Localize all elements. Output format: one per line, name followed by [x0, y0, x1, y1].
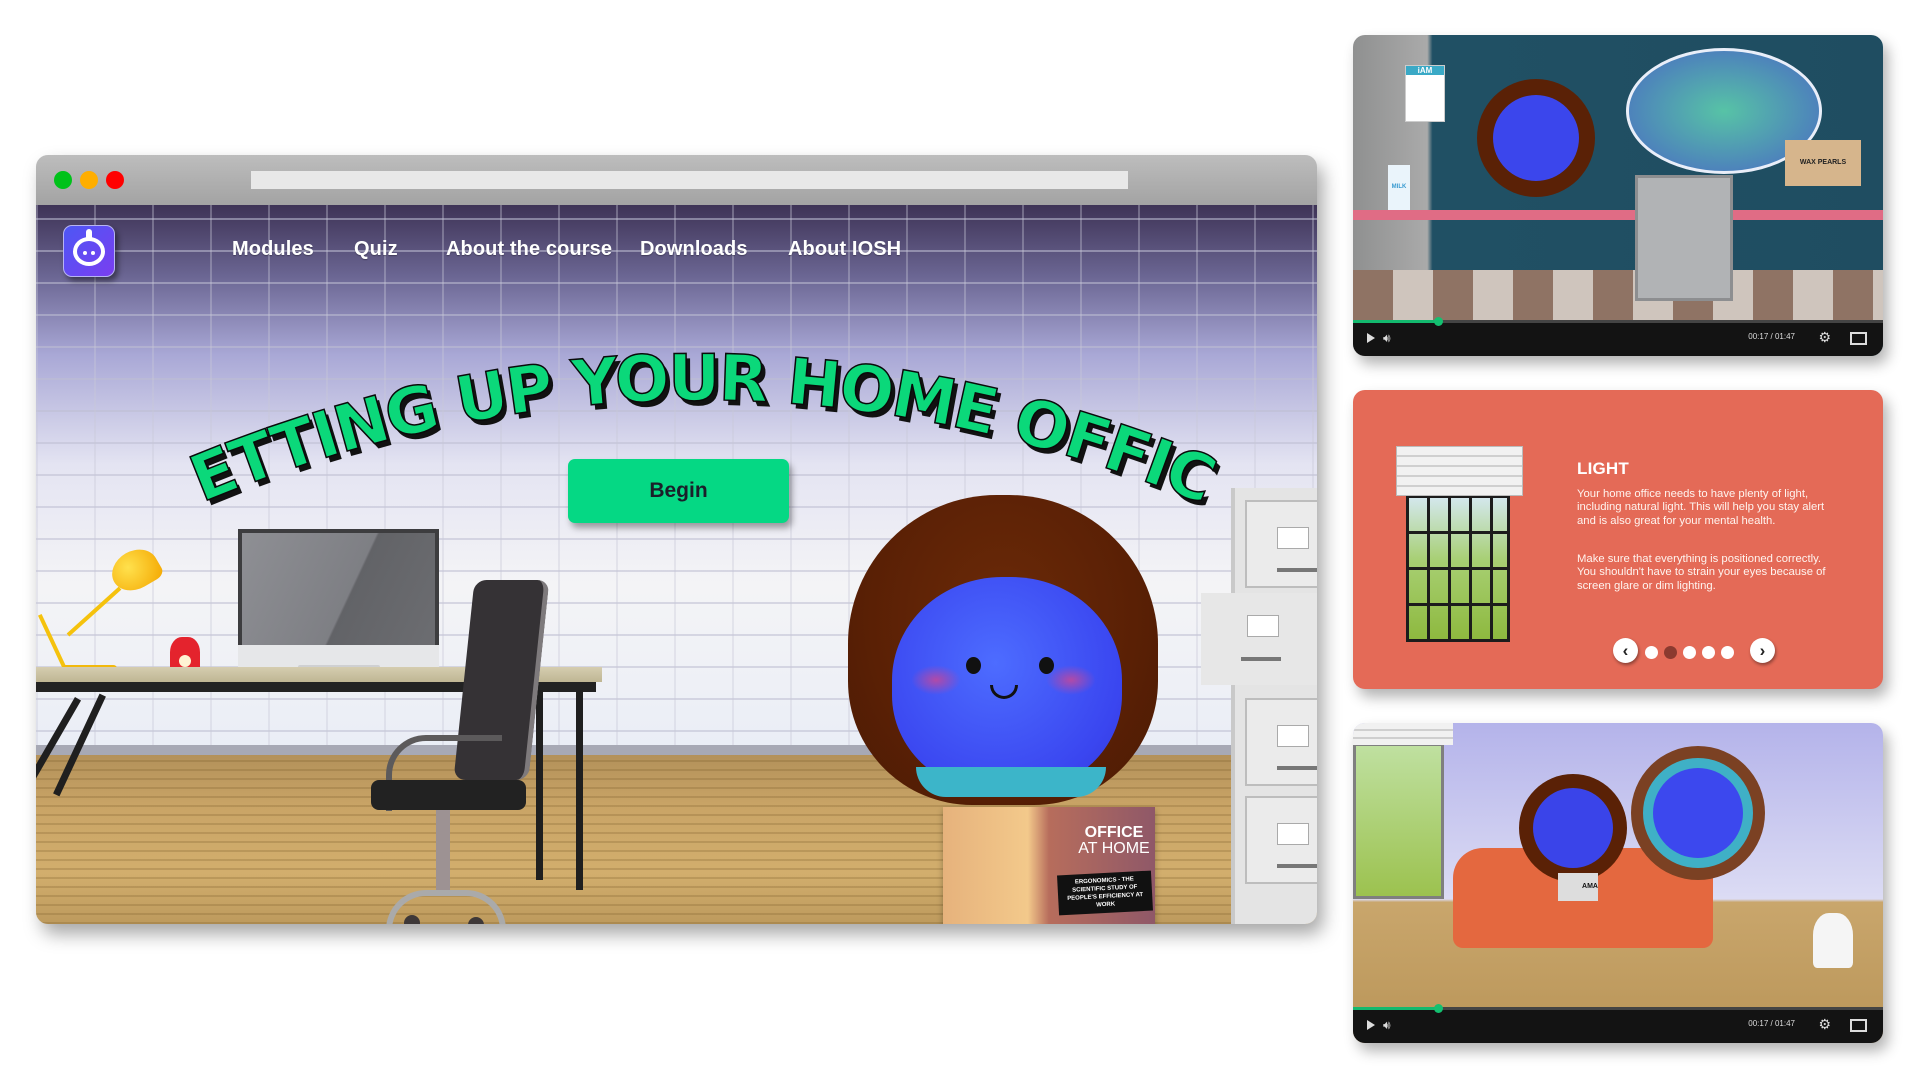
window-close-button[interactable] — [54, 171, 72, 189]
character-with-glasses — [1653, 768, 1743, 858]
volume-icon[interactable]: 🔊︎ — [1383, 331, 1391, 346]
course-landing-page: Modules Quiz About the course Downloads … — [36, 205, 1317, 924]
volume-icon[interactable]: 🔊︎ — [1383, 1018, 1391, 1033]
progress-fill — [1353, 320, 1438, 323]
character-worried — [1533, 788, 1613, 868]
character-eye — [966, 657, 981, 674]
nav-about-iosh[interactable]: About IOSH — [788, 238, 901, 261]
kitchen-counter — [1353, 210, 1883, 220]
milk-carton: MILK — [1388, 165, 1410, 210]
settings-gear-icon[interactable]: ⚙ — [1818, 329, 1831, 346]
address-bar[interactable] — [251, 171, 1128, 189]
cabinet-drawer — [1245, 698, 1317, 786]
magazine-title: OFFICE AT HOME — [1078, 824, 1150, 857]
cabinet-drawer — [1245, 796, 1317, 884]
nav-quiz[interactable]: Quiz — [354, 238, 398, 261]
office-chair-pole — [436, 810, 450, 895]
desk-leg — [536, 690, 543, 880]
filing-cabinet — [1231, 488, 1317, 924]
play-icon[interactable] — [1367, 333, 1375, 343]
window-minimize-button[interactable] — [80, 171, 98, 189]
video-controls: 🔊︎ 00:17 / 01:47 ⚙ — [1353, 1004, 1883, 1043]
slide-prev-button[interactable]: ‹ — [1613, 638, 1638, 663]
cabinet-drawer — [1245, 500, 1317, 588]
video-time: 00:17 / 01:47 — [1748, 332, 1795, 341]
slide-title: LIGHT — [1577, 459, 1629, 478]
settings-gear-icon[interactable]: ⚙ — [1818, 1016, 1831, 1033]
cabinet-drawer-open — [1201, 593, 1317, 685]
chevron-right-icon: › — [1759, 640, 1766, 660]
video-time: 00:17 / 01:47 — [1748, 1019, 1795, 1028]
play-icon[interactable] — [1367, 1020, 1375, 1030]
pagination-dot[interactable] — [1702, 646, 1715, 659]
wax-pearls-box: WAX PEARLS — [1785, 140, 1861, 186]
info-slide-light: LIGHT Your home office needs to have ple… — [1353, 390, 1883, 689]
progress-fill — [1353, 1007, 1438, 1010]
fullscreen-icon[interactable] — [1850, 1019, 1867, 1032]
progress-handle[interactable] — [1433, 1004, 1443, 1013]
white-dog — [1813, 913, 1853, 968]
laptop: AMA — [1558, 873, 1598, 901]
character-collar — [916, 767, 1106, 797]
begin-button[interactable]: Begin — [568, 459, 789, 523]
progress-handle[interactable] — [1433, 317, 1443, 326]
magazine-subtitle: ERGONOMICS - THE SCIENTIFIC STUDY OF PEO… — [1057, 870, 1153, 916]
pagination-dot[interactable] — [1683, 646, 1696, 659]
oven — [1635, 175, 1733, 301]
nav-modules[interactable]: Modules — [232, 238, 314, 261]
pagination-dot[interactable] — [1645, 646, 1658, 659]
slide-paragraph: Your home office needs to have plenty of… — [1577, 488, 1825, 527]
fullscreen-icon[interactable] — [1850, 332, 1867, 345]
video-controls: 🔊︎ 00:17 / 01:47 ⚙ — [1353, 317, 1883, 356]
nav-downloads[interactable]: Downloads — [640, 238, 748, 261]
chair-wheel — [404, 915, 420, 924]
video-frame: AMA — [1353, 723, 1883, 1007]
video-frame: iAM MILK WAX PEARLS — [1353, 35, 1883, 320]
chevron-left-icon: ‹ — [1622, 640, 1629, 660]
slide-next-button[interactable]: › — [1750, 638, 1775, 663]
window-blinds-illustration — [1396, 446, 1523, 642]
character-eye — [1039, 657, 1054, 674]
nav-about-the-course[interactable]: About the course — [446, 238, 612, 261]
pagination-dot[interactable] — [1664, 646, 1677, 659]
video-player-living-room[interactable]: AMA 🔊︎ 00:17 / 01:47 ⚙ — [1353, 723, 1883, 1043]
browser-titlebar — [36, 155, 1317, 206]
office-chair-seat — [371, 780, 526, 810]
window-maximize-button[interactable] — [106, 171, 124, 189]
character-worried — [1493, 95, 1579, 181]
video-player-kitchen[interactable]: iAM MILK WAX PEARLS 🔊︎ 00:17 / 01:47 ⚙ — [1353, 35, 1883, 356]
slide-paragraph: Make sure that everything is positioned … — [1577, 553, 1826, 592]
pagination-dot[interactable] — [1721, 646, 1734, 659]
window-illustration — [1353, 743, 1444, 899]
iam-poster: iAM — [1405, 65, 1445, 122]
computer-monitor — [238, 529, 439, 645]
browser-window: Modules Quiz About the course Downloads … — [36, 155, 1317, 924]
desk-leg — [576, 690, 583, 890]
iam-logo-icon[interactable] — [63, 225, 115, 277]
